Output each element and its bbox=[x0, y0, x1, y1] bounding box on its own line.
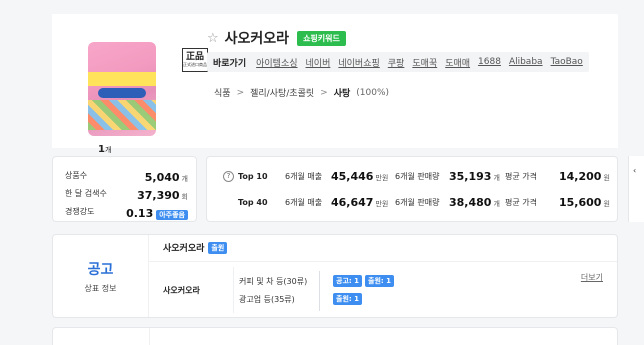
shop-links-label: 바로가기 bbox=[213, 58, 247, 69]
breadcrumb-separator: > bbox=[320, 87, 328, 98]
breadcrumb-item[interactable]: 젤리/사탕/초콜릿 bbox=[250, 86, 314, 99]
breadcrumb-current: 사탕 bbox=[333, 89, 351, 99]
breadcrumb-item[interactable]: 식품 bbox=[214, 86, 231, 99]
trademark-header: 사오커오라 출원 bbox=[163, 241, 228, 254]
summary-stats-card: 상품수 5,040 개 한 달 검색수 37,390 회 경쟁강도 0.13 아주좋음 bbox=[52, 156, 197, 222]
trademark-status-sub: 상표 정보 bbox=[84, 283, 117, 293]
product-title: 사오커오라 bbox=[224, 31, 290, 47]
shop-links-bar: 바로가기 아이템소싱 네이버 네이버쇼핑 쿠팡 도매꾹 도매매 1688 Ali… bbox=[207, 52, 589, 72]
shop-link-naver[interactable]: 네이버 bbox=[306, 56, 331, 69]
shop-link-taobao[interactable]: TaoBao bbox=[551, 57, 583, 67]
trademark-class-tags: 출원: 1 bbox=[333, 293, 362, 305]
next-section-card bbox=[52, 327, 618, 345]
trademark-class: 커피 및 차 등(30류) bbox=[239, 277, 308, 286]
top-row: ? Top 10 6개월 매출 45,446 만원 6개월 판매량 35,193 개 … bbox=[219, 169, 610, 185]
star-icon[interactable]: ☆ bbox=[207, 31, 219, 46]
trademark-class-tags: 공고: 1 출원: 1 bbox=[333, 275, 394, 287]
shop-link-item-sourcing[interactable]: 아이템소싱 bbox=[256, 56, 297, 69]
trademark-card: 공고 상표 정보 사오커오라 출원 사오커오라 커피 및 차 등(30류) 광고… bbox=[52, 234, 618, 318]
product-quantity: 1개 bbox=[98, 144, 112, 155]
stat-row-competition: 경쟁강도 0.13 아주좋음 bbox=[65, 202, 188, 221]
genuine-product-badge: 正品 正式进口商品 bbox=[182, 48, 208, 72]
top-sales-card: ? Top 10 6개월 매출 45,446 만원 6개월 판매량 35,193 개 … bbox=[206, 156, 618, 222]
status-badge: 공고: 1 bbox=[333, 275, 362, 287]
category-breadcrumb: 식품 > 젤리/사탕/초콜릿 > 사탕 (100%) bbox=[214, 86, 390, 100]
breadcrumb-percent: (100%) bbox=[356, 87, 390, 98]
status-badge: 출원: 1 bbox=[365, 275, 394, 287]
more-link[interactable]: 더보기 bbox=[581, 272, 603, 283]
breadcrumb-separator: > bbox=[236, 87, 245, 98]
top-row: Top 40 6개월 매출 46,647 만원 6개월 판매량 38,480 개 평… bbox=[238, 196, 610, 209]
status-badge: 출원 bbox=[208, 241, 228, 254]
help-icon[interactable]: ? bbox=[223, 171, 234, 182]
trademark-name: 사오커오라 bbox=[163, 286, 200, 295]
trademark-class: 광고업 등(35류) bbox=[239, 295, 295, 304]
shop-link-domeme[interactable]: 도매매 bbox=[445, 56, 470, 69]
product-title-row: ☆ 사오커오라 쇼핑키워드 bbox=[207, 28, 346, 48]
product-card: 正品 正式进口商品 1개 ☆ 사오커오라 쇼핑키워드 바로가기 아이템소싱 네이… bbox=[52, 14, 618, 155]
trademark-status: 공고 상표 정보 bbox=[53, 235, 149, 317]
shop-link-1688[interactable]: 1688 bbox=[478, 57, 501, 67]
status-badge: 출원: 1 bbox=[333, 293, 362, 305]
shop-link-coupang[interactable]: 쿠팡 bbox=[388, 56, 405, 69]
shop-link-alibaba[interactable]: Alibaba bbox=[509, 57, 543, 67]
status-badge: 아주좋음 bbox=[156, 210, 188, 220]
shop-link-naver-shopping[interactable]: 네이버쇼핑 bbox=[338, 56, 379, 69]
side-panel-edge[interactable]: ‹ bbox=[628, 156, 644, 222]
shopping-keyword-badge: 쇼핑키워드 bbox=[297, 30, 346, 46]
chevron-left-icon: ‹ bbox=[633, 166, 637, 175]
stat-row-product-count: 상품수 5,040 개 bbox=[65, 171, 188, 184]
product-image[interactable]: 正品 正式进口商品 1개 bbox=[80, 30, 208, 155]
product-package-image bbox=[88, 42, 156, 136]
shop-link-domeggook[interactable]: 도매꾹 bbox=[412, 56, 437, 69]
trademark-status-title: 공고 bbox=[87, 261, 114, 278]
stat-row-monthly-search: 한 달 검색수 37,390 회 bbox=[65, 189, 188, 202]
